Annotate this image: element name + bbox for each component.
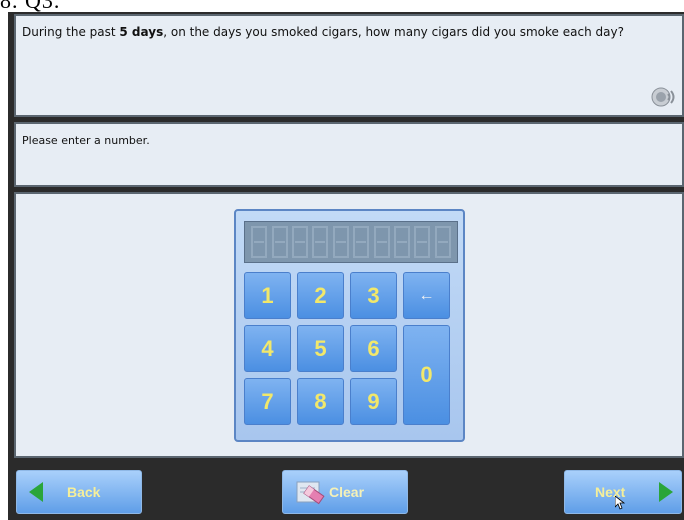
key-7[interactable]: 7 — [244, 378, 291, 425]
speaker-icon[interactable] — [650, 85, 678, 109]
instruction-panel: Please enter a number. — [14, 122, 684, 187]
display-digit — [434, 226, 451, 258]
question-text-start: During the past — [22, 25, 120, 39]
display-digit — [291, 226, 308, 258]
arrow-right-icon — [659, 482, 673, 502]
arrow-left-icon — [29, 482, 43, 502]
back-button[interactable]: Back — [16, 470, 142, 514]
question-text-end: , on the days you smoked cigars, how man… — [163, 25, 624, 39]
key-8[interactable]: 8 — [297, 378, 344, 425]
display-digit — [251, 226, 268, 258]
display-digit — [414, 226, 431, 258]
display-digit — [353, 226, 370, 258]
keypad-area: 1 2 3 ← 4 5 6 0 7 8 9 — [14, 192, 684, 458]
clear-label: Clear — [329, 484, 365, 500]
key-2[interactable]: 2 — [297, 272, 344, 319]
number-keypad: 1 2 3 ← 4 5 6 0 7 8 9 — [234, 209, 465, 442]
key-3[interactable]: 3 — [350, 272, 397, 319]
mouse-pointer-icon — [615, 496, 625, 510]
backspace-key[interactable]: ← — [403, 272, 450, 319]
clear-button[interactable]: Clear — [282, 470, 408, 514]
question-panel: During the past 5 days, on the days you … — [14, 14, 684, 117]
eraser-icon — [296, 481, 325, 505]
navigation-bar: Back Clear Next — [14, 460, 684, 520]
question-emphasis: 5 days — [119, 25, 164, 39]
display-digit — [312, 226, 329, 258]
display-digit — [373, 226, 390, 258]
display-digit — [271, 226, 288, 258]
next-button[interactable]: Next — [564, 470, 682, 514]
display-digit — [332, 226, 349, 258]
question-text: During the past 5 days, on the days you … — [22, 24, 642, 40]
key-4[interactable]: 4 — [244, 325, 291, 372]
display-digit — [393, 226, 410, 258]
key-6[interactable]: 6 — [350, 325, 397, 372]
key-9[interactable]: 9 — [350, 378, 397, 425]
key-1[interactable]: 1 — [244, 272, 291, 319]
key-5[interactable]: 5 — [297, 325, 344, 372]
back-label: Back — [67, 484, 101, 500]
number-display — [244, 221, 458, 263]
key-0[interactable]: 0 — [403, 325, 450, 425]
instruction-text: Please enter a number. — [22, 134, 150, 147]
